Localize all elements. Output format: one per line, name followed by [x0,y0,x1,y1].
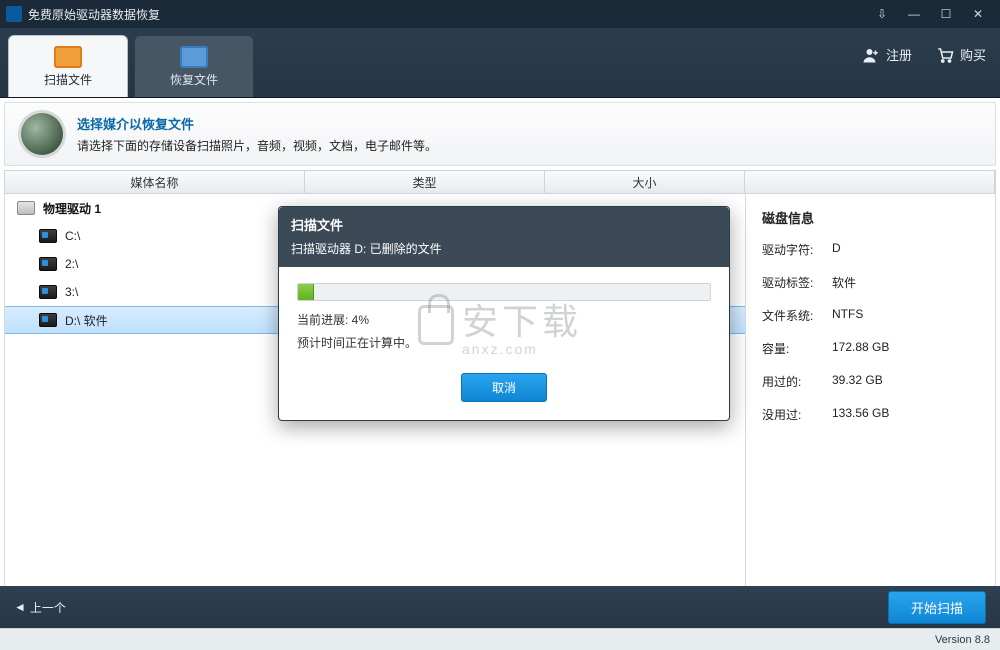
close-button[interactable]: ✕ [962,4,994,24]
disk-info-heading: 磁盘信息 [762,208,979,227]
title-bar: 免费原始驱动器数据恢复 ⇩ — ☐ ✕ [0,0,1000,28]
info-banner: 选择媒介以恢复文件 请选择下面的存储设备扫描照片，音频，视频，文档，电子邮件等。 [4,102,996,166]
disk-free-val: 133.56 GB [832,406,889,423]
dialog-subtitle: 扫描驱动器 D: 已删除的文件 [291,240,717,257]
disk-info-panel: 磁盘信息 驱动字符:D 驱动标签:软件 文件系统:NTFS 容量:172.88 … [745,194,995,593]
folder-recover-icon [180,46,208,68]
prev-label: 上一个 [30,599,66,616]
col-spacer [745,171,995,193]
disk-free-key: 没用过: [762,406,832,423]
disk-letter-key: 驱动字符: [762,241,832,258]
hdd-icon [17,201,35,215]
volume-icon [39,229,57,243]
folder-scan-icon [54,46,82,68]
scan-progress-dialog: 扫描文件 扫描驱动器 D: 已删除的文件 当前进展: 4% 预计时间正在计算中。… [278,206,730,421]
register-button[interactable]: 注册 [862,45,912,64]
volume-icon [39,285,57,299]
column-header-row: 媒体名称 类型 大小 [4,170,996,194]
cart-icon [936,46,954,64]
user-icon [862,46,880,64]
dialog-title: 扫描文件 [291,215,717,234]
tab-label: 恢复文件 [170,71,218,88]
disk-label-key: 驱动标签: [762,274,832,291]
register-label: 注册 [886,45,912,64]
disk-cap-key: 容量: [762,340,832,357]
buy-button[interactable]: 购买 [936,45,986,64]
tab-strip: 扫描文件 恢复文件 [8,35,254,97]
tab-label: 扫描文件 [44,71,92,88]
disk-letter-val: D [832,241,841,258]
volume-label: C:\ [65,229,80,243]
col-size[interactable]: 大小 [545,171,745,193]
tab-recover[interactable]: 恢复文件 [134,35,254,97]
disk-label-val: 软件 [832,274,856,291]
disk-used-key: 用过的: [762,373,832,390]
volume-icon [39,313,57,327]
version-strip: Version 8.8 [0,628,1000,650]
disk-fs-key: 文件系统: [762,307,832,324]
volume-label: D:\ 软件 [65,312,108,329]
progress-fill [298,284,314,300]
start-scan-button[interactable]: 开始扫描 [888,591,986,624]
maximize-button[interactable]: ☐ [930,4,962,24]
version-label: Version 8.8 [935,634,990,646]
volume-label: 3:\ [65,285,78,299]
disk-used-val: 39.32 GB [832,373,883,390]
minimize-button[interactable]: — [898,4,930,24]
header-bar: 扫描文件 恢复文件 注册 购买 [0,28,1000,98]
progress-text: 当前进展: 4% [297,311,711,328]
app-icon [6,6,22,22]
info-title: 选择媒介以恢复文件 [77,114,437,133]
physical-drive-label: 物理驱动 1 [43,200,101,217]
disk-fs-val: NTFS [832,307,863,324]
bottom-bar: ◄ 上一个 开始扫描 [0,586,1000,628]
download-icon[interactable]: ⇩ [866,4,898,24]
volume-label: 2:\ [65,257,78,271]
cancel-button[interactable]: 取消 [461,373,547,402]
info-subtitle: 请选择下面的存储设备扫描照片，音频，视频，文档，电子邮件等。 [77,137,437,154]
chevron-left-icon: ◄ [14,600,26,614]
disk-cap-val: 172.88 GB [832,340,889,357]
col-media-name[interactable]: 媒体名称 [5,171,305,193]
dialog-header: 扫描文件 扫描驱动器 D: 已删除的文件 [279,207,729,267]
volume-icon [39,257,57,271]
prev-button[interactable]: ◄ 上一个 [14,599,66,616]
buy-label: 购买 [960,45,986,64]
progress-bar [297,283,711,301]
radar-icon [21,113,63,155]
app-title: 免费原始驱动器数据恢复 [28,6,160,23]
eta-text: 预计时间正在计算中。 [297,334,711,351]
col-type[interactable]: 类型 [305,171,545,193]
tab-scan[interactable]: 扫描文件 [8,35,128,97]
